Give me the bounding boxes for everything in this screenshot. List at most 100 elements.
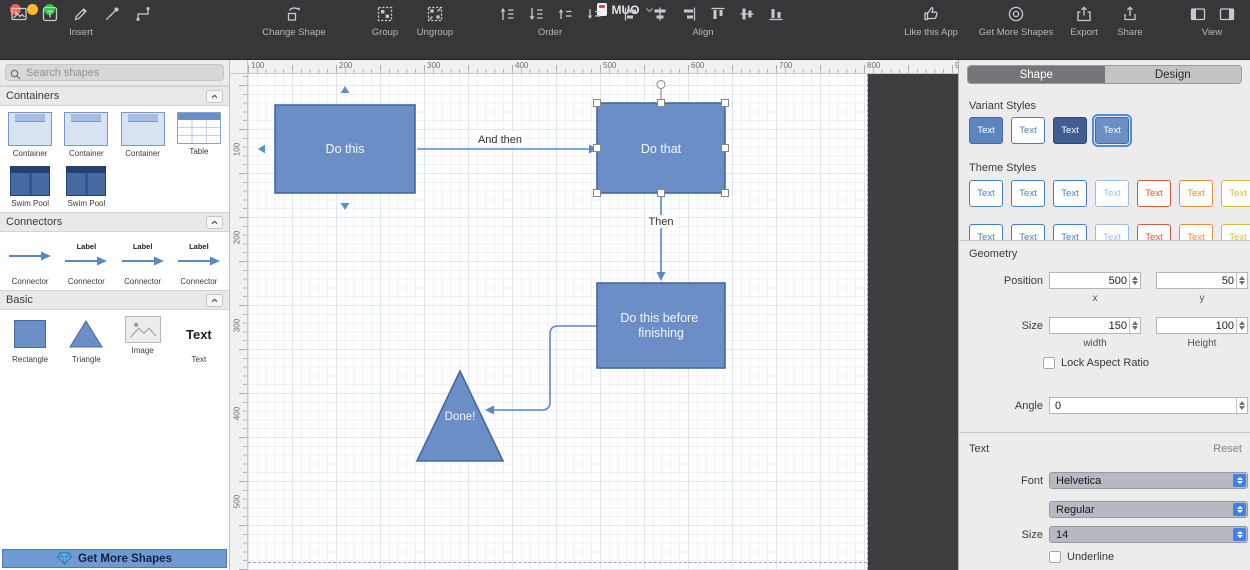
connector-label[interactable]: And then [478, 134, 522, 146]
style-button[interactable]: Text [1053, 180, 1087, 207]
font-style-dropdown[interactable]: Regular [1049, 501, 1248, 518]
checkbox-icon[interactable] [1049, 551, 1061, 563]
left-panel-icon[interactable] [1189, 5, 1207, 23]
shapes-badge-icon[interactable] [1007, 5, 1025, 23]
connector-then[interactable] [656, 195, 666, 281]
style-button[interactable]: Text [1179, 224, 1213, 240]
style-button[interactable]: Text [969, 180, 1003, 207]
chevron-up-icon[interactable] [206, 215, 223, 229]
style-button[interactable]: Text [1011, 117, 1045, 144]
quick-connect-arrow-down[interactable] [340, 203, 350, 210]
palette-item[interactable]: Label Connector [171, 238, 227, 286]
style-button[interactable]: Text [1011, 224, 1045, 240]
palette-item[interactable]: Triangle [58, 316, 114, 364]
style-button[interactable]: Text [1221, 180, 1250, 207]
ungroup-icon[interactable] [426, 5, 444, 23]
palette-item[interactable]: Text Text [171, 316, 227, 365]
connector-elbow[interactable] [485, 325, 597, 415]
lock-aspect-ratio-checkbox[interactable]: Lock Aspect Ratio [1043, 357, 1149, 369]
position-x-field[interactable]: 500 [1049, 272, 1141, 289]
connector-label[interactable]: Then [648, 216, 673, 228]
checkbox-icon[interactable] [1043, 357, 1055, 369]
style-button[interactable]: Text [1011, 180, 1045, 207]
stepper-icon[interactable] [1129, 273, 1140, 288]
page[interactable]: And then Then Do this Do that Do this be… [248, 74, 868, 570]
align-left-icon[interactable] [622, 5, 640, 23]
style-button[interactable]: Text [1095, 180, 1129, 207]
rotation-handle[interactable] [656, 80, 666, 89]
palette-item[interactable]: Connector [2, 238, 58, 286]
export-icon[interactable] [1075, 5, 1093, 23]
palette-item[interactable]: Swim Pool [58, 166, 114, 208]
stepper-icon[interactable] [1236, 318, 1247, 333]
palette-item[interactable]: Container [115, 112, 171, 158]
shape-done-triangle[interactable]: Done! [415, 369, 505, 462]
group-icon[interactable] [376, 5, 394, 23]
pen-icon[interactable] [103, 5, 121, 23]
quick-connect-arrow-up[interactable] [340, 86, 350, 93]
palette-item[interactable]: Rectangle [2, 316, 58, 364]
align-center-icon[interactable] [651, 5, 669, 23]
shape-do-this[interactable]: Do this [274, 104, 416, 194]
get-more-shapes-button[interactable]: Get More Shapes [2, 549, 227, 568]
shape-do-this-before-finishing[interactable]: Do this before finishing [596, 282, 726, 369]
height-field[interactable]: 100 [1156, 317, 1248, 334]
chevron-up-icon[interactable] [206, 293, 223, 307]
chevron-up-icon[interactable] [206, 89, 223, 103]
palette-item[interactable]: Swim Pool [2, 166, 58, 208]
font-size-dropdown[interactable]: 14 [1049, 526, 1248, 543]
palette-item[interactable]: Container [2, 112, 58, 158]
underline-checkbox[interactable]: Underline [1049, 551, 1114, 563]
align-bottom-icon[interactable] [767, 5, 785, 23]
reset-button[interactable]: Reset [1213, 443, 1242, 455]
position-y-field[interactable]: 50 [1156, 272, 1248, 289]
thumbs-up-icon[interactable] [922, 5, 940, 23]
shape-do-that[interactable]: Do that [596, 102, 726, 194]
canvas-area[interactable]: 100 200 300 400 500 600 700 800 900 100 200 300 400… [230, 60, 958, 570]
style-button[interactable]: Text [1095, 224, 1129, 240]
stepper-icon[interactable] [1236, 398, 1247, 413]
style-button[interactable]: Text [969, 224, 1003, 240]
width-field[interactable]: 150 [1049, 317, 1141, 334]
image-icon[interactable] [10, 5, 28, 23]
font-family-dropdown[interactable]: Helvetica [1049, 472, 1248, 489]
right-panel-icon[interactable] [1218, 5, 1236, 23]
tab-shape[interactable]: Shape [968, 66, 1105, 83]
shape-label: Do that [641, 142, 682, 156]
style-button[interactable]: Text [969, 117, 1003, 144]
share-icon[interactable] [1121, 5, 1139, 23]
bring-forward-icon[interactable] [556, 5, 574, 23]
search-input[interactable] [5, 64, 224, 81]
style-button[interactable]: Text [1137, 224, 1171, 240]
style-button[interactable]: Text [1179, 180, 1213, 207]
style-button[interactable]: Text [1053, 117, 1087, 144]
palette-item[interactable]: Table [171, 112, 227, 158]
style-button[interactable]: Text [1221, 224, 1250, 240]
stepper-icon[interactable] [1236, 273, 1247, 288]
stepper-icon[interactable] [1129, 318, 1140, 333]
align-right-icon[interactable] [680, 5, 698, 23]
style-button[interactable]: Text [1137, 180, 1171, 207]
align-top-icon[interactable] [709, 5, 727, 23]
angle-field[interactable]: 0 [1049, 397, 1248, 414]
palette-item[interactable]: Label Connector [58, 238, 114, 286]
section-header[interactable]: Basic [0, 290, 229, 310]
section-header[interactable]: Containers [0, 86, 229, 106]
style-button[interactable]: Text [1092, 114, 1132, 147]
style-button[interactable]: Text [1053, 224, 1087, 240]
palette-item[interactable]: Label Connector [115, 238, 171, 286]
pencil-icon[interactable] [72, 5, 90, 23]
change-shape-icon[interactable] [285, 5, 303, 23]
quick-connect-arrow-left[interactable] [258, 144, 265, 154]
tab-design[interactable]: Design [1104, 66, 1241, 83]
text-icon[interactable] [41, 5, 59, 23]
bring-to-front-icon[interactable] [498, 5, 516, 23]
palette-item[interactable]: Image [115, 316, 171, 364]
align-middle-icon[interactable] [738, 5, 756, 23]
send-backward-icon[interactable] [585, 5, 603, 23]
send-to-back-icon[interactable] [527, 5, 545, 23]
section-header[interactable]: Connectors [0, 212, 229, 232]
elbow-connector-icon[interactable] [134, 5, 152, 23]
ruler-label: 200 [232, 230, 242, 245]
palette-item[interactable]: Container [58, 112, 114, 158]
